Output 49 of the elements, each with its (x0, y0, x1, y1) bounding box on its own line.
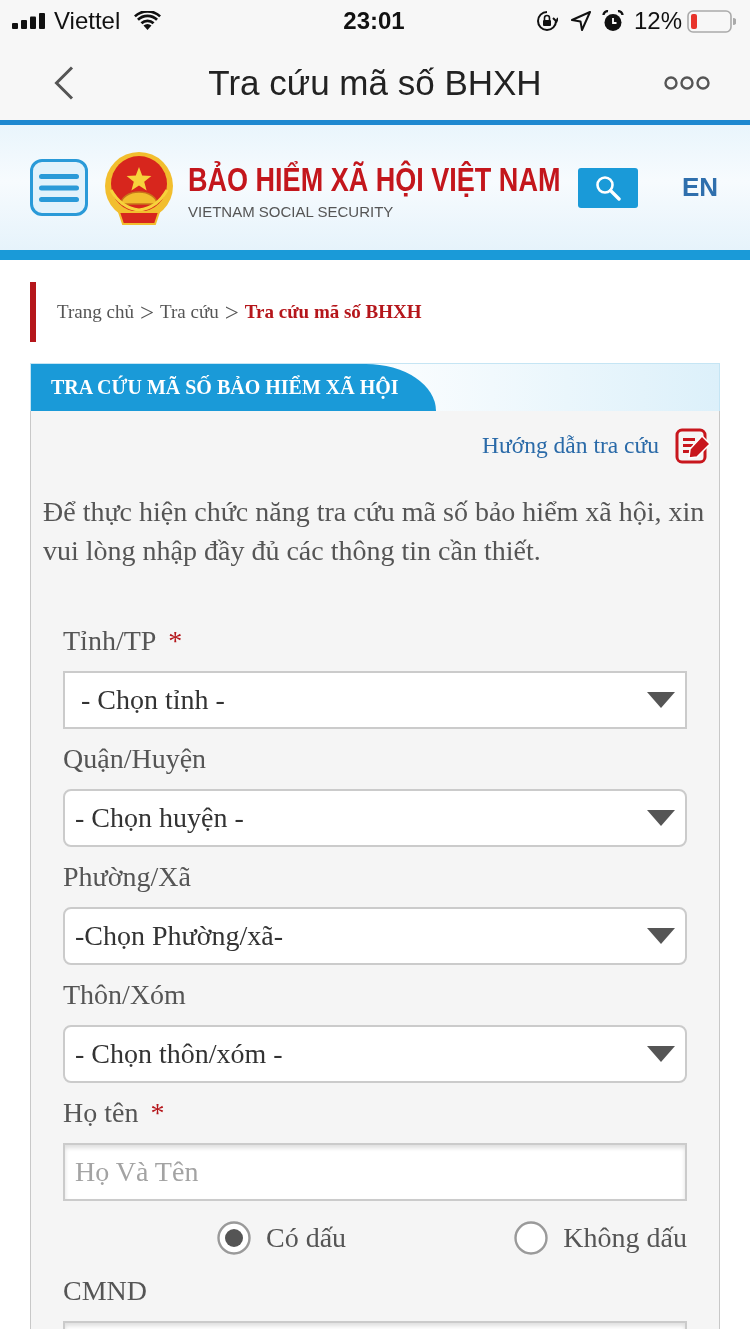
location-icon (570, 11, 591, 31)
wifi-icon (134, 11, 162, 31)
field-label: CMND (63, 1274, 148, 1308)
menu-icon (39, 171, 79, 204)
breadcrumb-separator: > (224, 299, 239, 325)
nav-title: Tra cứu mã số BHXH (208, 62, 542, 102)
breadcrumb-separator: > (139, 299, 154, 325)
field-label: Họ tên * (63, 1096, 166, 1130)
more-icon[interactable] (664, 75, 710, 91)
breadcrumb-current[interactable]: Tra cứu mã số BHXH (244, 297, 422, 327)
signal-icon (12, 13, 46, 29)
edit-note-icon[interactable] (675, 428, 711, 464)
carrier-name: Viettel (54, 6, 121, 36)
battery-icon (687, 9, 736, 33)
radio-button[interactable] (514, 1221, 549, 1255)
radio-button[interactable] (217, 1221, 251, 1255)
field-label: Thôn/Xóm (63, 978, 187, 1012)
menu-button[interactable] (30, 159, 88, 216)
clock-time: 23:01 (343, 6, 405, 36)
text-input-field[interactable]: Họ Và Tên (63, 1143, 687, 1201)
search-button[interactable] (578, 167, 638, 208)
rotation-lock-icon (535, 10, 558, 32)
breadcrumb-link[interactable]: Tra cứu (160, 297, 219, 327)
dropdown-field[interactable]: -Chọn Phường/xã- (63, 907, 687, 965)
intro-text: Để thực hiện chức năng tra cứu mã số bảo hiểm xã hội, xin vui lòng nhập đầy đủ các thông tin cần thiết. (42, 495, 706, 568)
breadcrumb-link[interactable]: Trang chủ (57, 297, 134, 327)
dropdown-field[interactable]: - Chọn thôn/xóm - (63, 1025, 687, 1083)
field-label: Quận/Huyện (63, 742, 208, 776)
field-label: Phường/Xã (63, 860, 192, 894)
site-subtitle: VIETNAM SOCIAL SECURITY (188, 202, 394, 222)
back-icon[interactable] (54, 66, 74, 100)
help-link[interactable]: Hướng dẫn tra cứu (482, 428, 659, 464)
alarm-icon (601, 10, 624, 32)
language-link[interactable]: EN (682, 168, 719, 207)
search-icon (595, 174, 621, 201)
field-label: Tỉnh/TP * (63, 624, 184, 658)
site-title: BẢO HIỂM XÃ HỘI VIỆT NAM (188, 161, 561, 197)
panel-title: TRA CỨU MÃ SỐ BẢO HIỂM XÃ HỘI (31, 364, 436, 411)
dropdown-caret-icon (647, 928, 675, 944)
radio-label[interactable]: Không dấu (563, 1217, 687, 1259)
battery-percent: 12% (633, 6, 682, 36)
dropdown-field[interactable]: - Chọn tỉnh - (63, 671, 687, 729)
dropdown-field[interactable]: - Chọn huyện - (63, 789, 687, 847)
dropdown-caret-icon (647, 692, 675, 708)
radio-label[interactable]: Có dấu (266, 1217, 347, 1259)
breadcrumb-accent-bar (30, 282, 36, 342)
dropdown-caret-icon (647, 1046, 675, 1062)
dropdown-caret-icon (647, 810, 675, 826)
emblem-icon (103, 149, 175, 226)
